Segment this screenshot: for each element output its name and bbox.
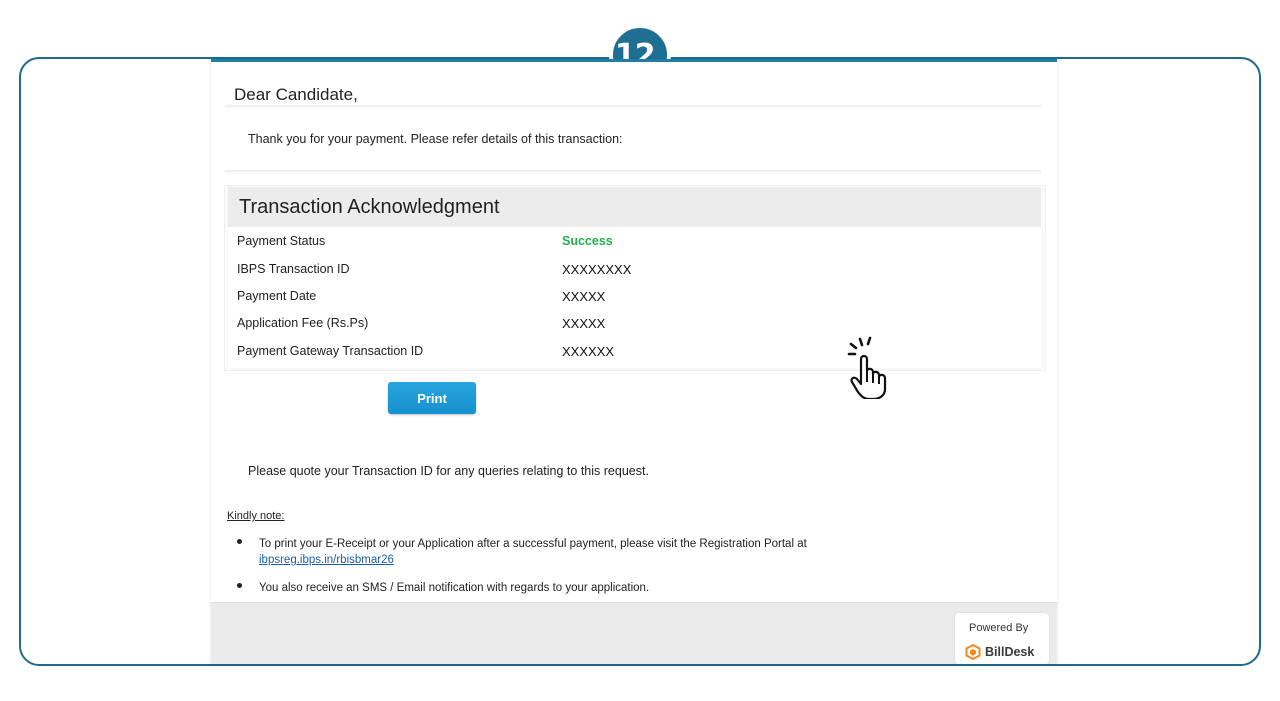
registration-portal-link[interactable]: ibpsreg.ibps.in/rbisbmar26: [259, 554, 394, 566]
list-item: You also receive an SMS / Email notifica…: [259, 580, 899, 596]
thank-you-message: Thank you for your payment. Please refer…: [248, 132, 623, 146]
gateway-transaction-id-value: XXXXXX: [562, 344, 615, 359]
acknowledgment-title: Transaction Acknowledgment: [239, 196, 500, 218]
transaction-id-value: XXXXXXXX: [562, 262, 632, 277]
row-label: Payment Gateway Transaction ID: [237, 344, 424, 358]
click-hand-icon: [847, 336, 887, 399]
quote-transaction-message: Please quote your Transaction ID for any…: [248, 464, 649, 478]
billdesk-logo: BillDesk: [965, 644, 1034, 660]
row-label: Application Fee (Rs.Ps): [237, 316, 369, 330]
divider: [225, 105, 1041, 109]
application-fee-value: XXXXX: [562, 316, 606, 331]
greeting-text: Dear Candidate,: [234, 85, 358, 104]
kindly-note-heading: Kindly note:: [227, 510, 285, 522]
note-text: To print your E-Receipt or your Applicat…: [259, 538, 807, 550]
payment-date-value: XXXXX: [562, 289, 606, 304]
page-top-bar: [211, 59, 1057, 62]
powered-by-label: Powered By: [969, 622, 1029, 634]
billdesk-brand-text: BillDesk: [985, 645, 1035, 659]
table-row-application-fee: Application Fee (Rs.Ps) XXXXX: [228, 309, 1041, 336]
acknowledgment-table: Payment Status Success IBPS Transaction …: [228, 227, 1041, 368]
row-label: IBPS Transaction ID: [237, 262, 350, 276]
billdesk-logo-icon: [965, 644, 981, 660]
list-item: To print your E-Receipt or your Applicat…: [259, 536, 899, 568]
print-button[interactable]: Print: [388, 382, 476, 414]
payment-status-value: Success: [562, 234, 613, 248]
divider: [225, 170, 1041, 174]
powered-by-badge: Powered By BillDesk: [955, 613, 1049, 664]
note-text: You also receive an SMS / Email notifica…: [259, 582, 650, 594]
table-row-transaction-id: IBPS Transaction ID XXXXXXXX: [228, 255, 1041, 282]
page-footer: [211, 602, 1057, 664]
bullet-icon: [237, 583, 242, 588]
acknowledgment-header: Transaction Acknowledgment: [228, 187, 1041, 227]
table-row-payment-status: Payment Status Success: [228, 227, 1041, 254]
table-row-payment-date: Payment Date XXXXX: [228, 282, 1041, 309]
bullet-icon: [237, 539, 242, 544]
table-row-gateway-transaction-id: Payment Gateway Transaction ID XXXXXX: [228, 337, 1041, 364]
payment-acknowledgment-page: Dear Candidate, Thank you for your payme…: [211, 59, 1057, 664]
row-label: Payment Date: [237, 289, 317, 303]
row-label: Payment Status: [237, 234, 326, 248]
